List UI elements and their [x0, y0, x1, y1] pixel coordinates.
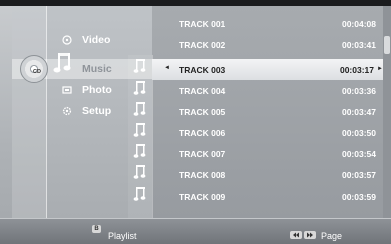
track-name: TRACK 001 [179, 19, 226, 29]
track-note-icon [133, 59, 146, 73]
page-skip-icon [290, 231, 316, 239]
track-note-icon [133, 144, 146, 158]
track-note-icon [133, 187, 146, 201]
track-time: 00:03:47 [341, 107, 376, 117]
page-hint[interactable]: Page [321, 231, 342, 241]
menu-item-photo[interactable]: Photo [62, 80, 112, 100]
track-row[interactable]: TRACK 004 00:03:36 [152, 80, 387, 101]
track-row[interactable]: TRACK 006 00:03:50 [152, 122, 387, 143]
disc-label: CD [33, 69, 41, 75]
track-time: 00:03:41 [341, 40, 376, 50]
track-note-icon [133, 165, 146, 179]
menu-label-photo: Photo [82, 84, 112, 96]
music-menu-spacer [62, 64, 72, 74]
track-row[interactable]: TRACK 008 00:03:57 [152, 164, 387, 185]
menu-label-music: Music [82, 63, 112, 75]
track-row-selected[interactable]: ◄ TRACK 003 00:03:17 ► [152, 59, 387, 80]
menu-item-video[interactable]: Video [62, 30, 110, 50]
track-name: TRACK 004 [179, 86, 226, 96]
track-name: TRACK 006 [179, 128, 226, 138]
track-note-icon [133, 102, 146, 116]
track-time: 00:03:50 [341, 128, 376, 138]
menu-item-music[interactable]: Music [62, 59, 112, 79]
track-time: 00:03:59 [341, 192, 376, 202]
track-row[interactable]: TRACK 005 00:03:47 [152, 101, 387, 122]
track-row[interactable]: TRACK 007 00:03:54 [152, 143, 387, 164]
track-note-icon [133, 81, 146, 95]
track-note-icon [133, 123, 146, 137]
track-name: TRACK 009 [179, 192, 226, 202]
media-player-screen: CD Video Music Photo Setup TRACK 001 00:… [0, 0, 391, 244]
track-time: 00:03:57 [341, 170, 376, 180]
track-name: TRACK 002 [179, 40, 226, 50]
playlist-hint[interactable]: Playlist [108, 231, 137, 241]
track-time: 00:03:17 [339, 65, 374, 75]
track-name: TRACK 008 [179, 170, 226, 180]
photo-icon [62, 85, 72, 95]
menu-label-setup: Setup [82, 105, 112, 117]
track-name: TRACK 003 [179, 65, 226, 75]
setup-icon [62, 106, 72, 116]
left-arrow-icon: ◄ [164, 65, 170, 71]
track-time: 00:04:08 [341, 19, 376, 29]
track-row[interactable]: TRACK 002 00:03:41 [152, 34, 387, 55]
category-divider [46, 6, 47, 218]
menu-label-video: Video [82, 34, 111, 46]
video-icon [62, 35, 72, 45]
track-row[interactable]: TRACK 001 00:04:08 [152, 13, 387, 34]
menu-item-setup[interactable]: Setup [62, 101, 111, 121]
track-name: TRACK 007 [179, 149, 226, 159]
category-icon-column [12, 6, 47, 218]
track-name: TRACK 005 [179, 107, 226, 117]
scrollbar-thumb[interactable] [384, 36, 390, 54]
track-row[interactable]: TRACK 009 00:03:59 [152, 186, 387, 207]
b-button-icon: B [92, 225, 101, 233]
track-time: 00:03:54 [341, 149, 376, 159]
track-time: 00:03:36 [341, 86, 376, 96]
